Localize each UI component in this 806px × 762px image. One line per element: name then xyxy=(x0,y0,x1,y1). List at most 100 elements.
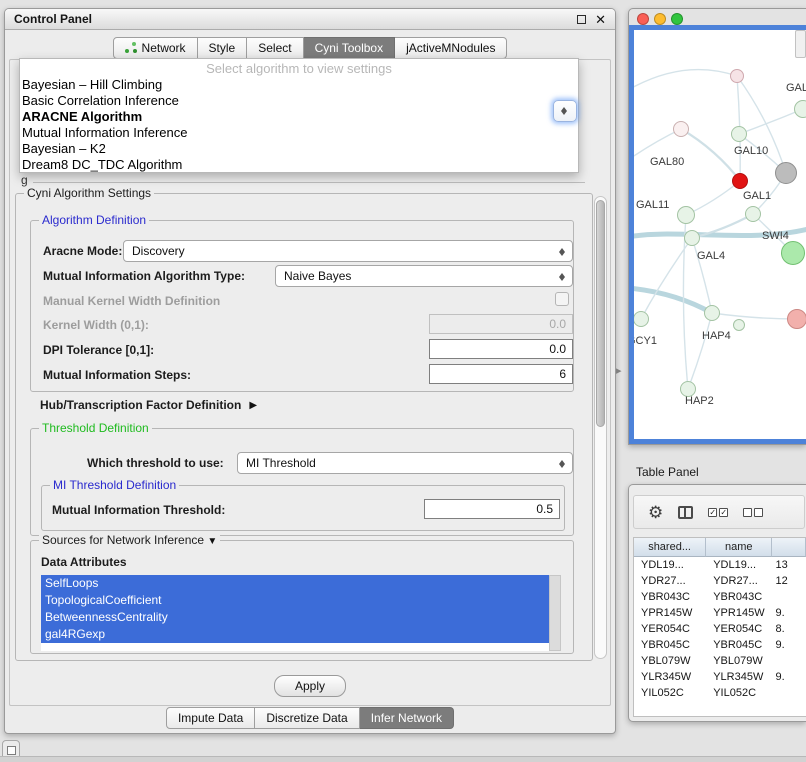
table-cell: YLR345W xyxy=(706,669,772,685)
algorithm-option-bayesian-k2[interactable]: Bayesian – K2 xyxy=(20,141,578,157)
panel-icon xyxy=(7,746,16,755)
minimize-window-icon[interactable] xyxy=(654,13,666,25)
tab-label: Network xyxy=(142,41,186,55)
network-node[interactable] xyxy=(730,69,744,83)
table-cell: YLR345W xyxy=(634,669,706,685)
mi-threshold-group: MI Threshold Definition Mutual Informati… xyxy=(41,485,565,531)
network-node[interactable] xyxy=(732,173,748,189)
group-title: Algorithm Definition xyxy=(39,213,149,227)
table-row[interactable]: YBR043CYBR043C xyxy=(634,589,806,605)
table-row[interactable]: YPR145WYPR145W9. xyxy=(634,605,806,621)
tab-label: Select xyxy=(258,41,291,55)
collapse-down-icon: ▼ xyxy=(207,536,217,547)
window-controls: ✕ xyxy=(577,13,606,26)
window-traffic-lights xyxy=(637,13,688,25)
bottom-tab-impute-data[interactable]: Impute Data xyxy=(166,707,255,729)
table-cell: YBR045C xyxy=(706,637,772,653)
dpi-tolerance-label: DPI Tolerance [0,1]: xyxy=(43,343,154,357)
algorithm-combobox-button[interactable] xyxy=(553,100,577,122)
dpi-tolerance-field[interactable]: 0.0 xyxy=(429,339,573,359)
table-row[interactable]: YER054CYER054C8. xyxy=(634,621,806,637)
network-node[interactable] xyxy=(673,121,689,137)
control-panel-titlebar[interactable]: Control Panel ✕ xyxy=(5,9,615,30)
network-scrollbar[interactable] xyxy=(795,30,806,58)
table-cell: YPR145W xyxy=(634,605,706,621)
network-node[interactable] xyxy=(745,206,761,222)
mi-steps-field[interactable]: 6 xyxy=(429,364,573,384)
algorithm-option-bayesian-hill-climbing[interactable]: Bayesian – Hill Climbing xyxy=(20,77,578,93)
sources-group-title[interactable]: Sources for Network Inference ▼ xyxy=(39,533,220,547)
attribute-item-gal4rgexp[interactable]: gal4RGexp xyxy=(41,626,549,643)
aracne-mode-value: Discovery xyxy=(132,244,185,258)
column-header-name[interactable]: name xyxy=(706,538,772,557)
tab-cyni-toolbox[interactable]: Cyni Toolbox xyxy=(304,37,395,59)
obscured-group-fragment: g xyxy=(21,173,28,187)
network-icon xyxy=(125,42,137,54)
network-node[interactable] xyxy=(781,241,805,265)
columns-icon[interactable] xyxy=(678,506,693,519)
table-cell: YBR045C xyxy=(634,637,706,653)
table-row[interactable]: YIL052CYIL052C xyxy=(634,685,806,701)
deselect-all-icon[interactable] xyxy=(743,508,763,517)
manual-kernel-checkbox[interactable] xyxy=(555,292,569,306)
zoom-window-icon[interactable] xyxy=(671,13,683,25)
scrollbar-thumb[interactable] xyxy=(596,200,605,427)
network-node[interactable] xyxy=(704,305,720,321)
table-row[interactable]: YDL19...YDL19...13 xyxy=(634,557,806,573)
node-table: shared...name YDL19...YDL19...13YDR27...… xyxy=(633,537,806,717)
network-node-label: HAP4 xyxy=(702,330,731,342)
network-node-label: GAL4 xyxy=(697,250,725,262)
sources-title-text: Sources for Network Inference xyxy=(42,533,204,547)
table-cell: YBL079W xyxy=(634,653,706,669)
close-window-icon[interactable] xyxy=(637,13,649,25)
mi-type-select[interactable]: Naive Bayes xyxy=(275,265,573,287)
table-panel-title: Table Panel xyxy=(636,465,699,479)
network-node[interactable] xyxy=(677,206,695,224)
aracne-mode-select[interactable]: Discovery xyxy=(123,240,573,262)
network-node[interactable] xyxy=(794,100,806,118)
mi-threshold-field[interactable]: 0.5 xyxy=(424,499,560,519)
panel-splitter-handle[interactable]: ▸ xyxy=(616,364,622,377)
table-row[interactable]: YBR045CYBR045C9. xyxy=(634,637,806,653)
hub-definition-expander[interactable]: Hub/Transcription Factor Definition ▶ xyxy=(40,398,257,412)
select-all-icon[interactable]: ✓ ✓ xyxy=(708,508,728,517)
attribute-item-selfloops[interactable]: SelfLoops xyxy=(41,575,549,592)
attribute-item-topologicalcoefficient[interactable]: TopologicalCoefficient xyxy=(41,592,549,609)
algorithm-option-basic-correlation-inference[interactable]: Basic Correlation Inference xyxy=(20,93,578,109)
apply-button[interactable]: Apply xyxy=(274,675,346,697)
network-node[interactable] xyxy=(733,319,745,331)
table-row[interactable]: YDR27...YDR27...12 xyxy=(634,573,806,589)
mi-threshold-label: Mutual Information Threshold: xyxy=(52,503,225,517)
network-canvas[interactable]: GAL80GAL10GAL11GAL1SWI4GAL4GCY1HAP4HAP2G… xyxy=(634,30,806,439)
algorithm-option-aracne-algorithm[interactable]: ARACNE Algorithm xyxy=(20,109,578,125)
close-icon[interactable]: ✕ xyxy=(595,13,606,26)
algorithm-option-mutual-information-inference[interactable]: Mutual Information Inference xyxy=(20,125,578,141)
table-cell: YPR145W xyxy=(706,605,772,621)
column-header-col2[interactable] xyxy=(772,538,806,557)
network-node[interactable] xyxy=(731,126,747,142)
bottom-tab-discretize-data[interactable]: Discretize Data xyxy=(255,707,359,729)
table-row[interactable]: YBL079WYBL079W xyxy=(634,653,806,669)
attribute-item-betweennesscentrality[interactable]: BetweennessCentrality xyxy=(41,609,549,626)
table-toolbar: ⚙ ✓ ✓ xyxy=(633,495,805,529)
group-title: Threshold Definition xyxy=(39,421,152,435)
table-cell: 8. xyxy=(773,621,806,637)
gear-icon[interactable]: ⚙ xyxy=(648,504,663,521)
network-node[interactable] xyxy=(787,309,806,329)
network-node[interactable] xyxy=(684,230,700,246)
tab-network[interactable]: Network xyxy=(113,37,198,59)
table-row[interactable]: YLR345WYLR345W9. xyxy=(634,669,806,685)
algorithm-option-dream8-dc-tdc-algorithm[interactable]: Dream8 DC_TDC Algorithm xyxy=(20,157,578,173)
column-header-shared[interactable]: shared... xyxy=(634,538,706,557)
which-threshold-select[interactable]: MI Threshold xyxy=(237,452,573,474)
tab-jactivemnodules[interactable]: jActiveMNodules xyxy=(395,37,507,59)
bottom-tab-infer-network[interactable]: Infer Network xyxy=(360,707,454,729)
float-window-icon[interactable] xyxy=(577,15,586,24)
attribute-list-scrollbar[interactable] xyxy=(549,575,561,651)
tab-select[interactable]: Select xyxy=(247,37,303,59)
settings-scrollbar[interactable] xyxy=(594,196,607,659)
network-node[interactable] xyxy=(775,162,797,184)
table-cell: 9. xyxy=(773,669,806,685)
algorithm-definition-group: Algorithm Definition Aracne Mode: Discov… xyxy=(30,220,574,392)
tab-style[interactable]: Style xyxy=(198,37,248,59)
